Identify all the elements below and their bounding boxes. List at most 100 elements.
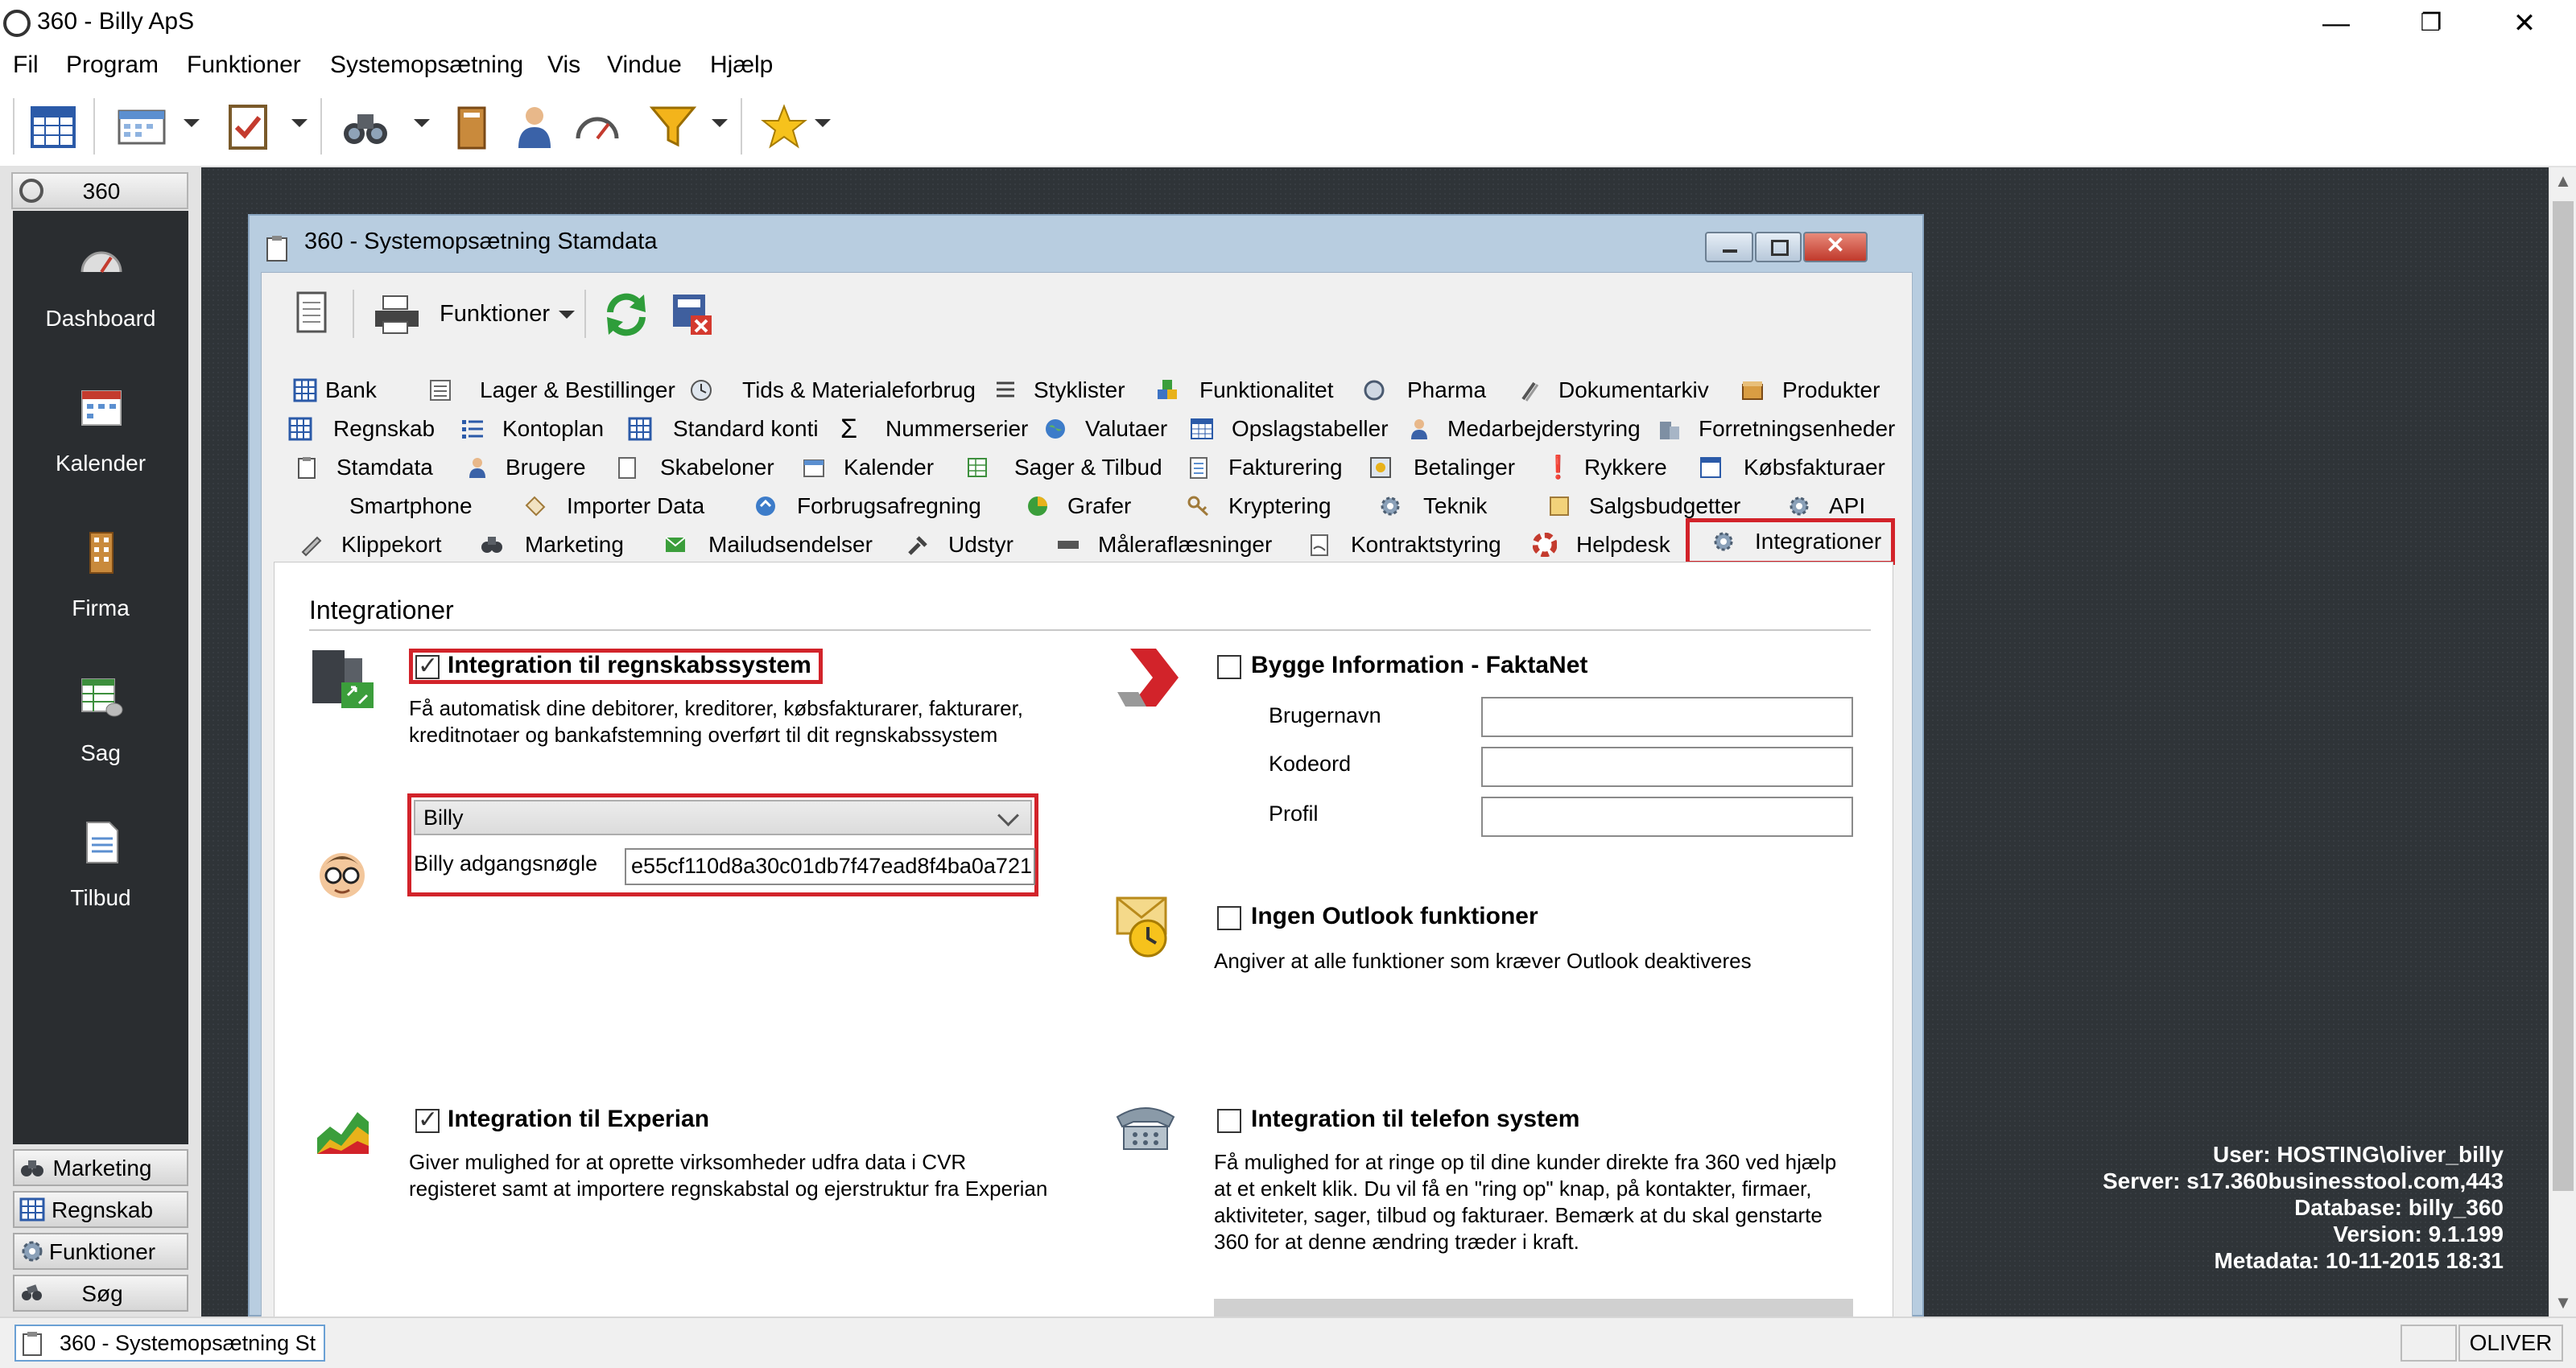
telephone-icon (1116, 1107, 1175, 1150)
experian-description-line1: Giver mulighed for at oprette virksomhed… (409, 1150, 967, 1174)
nav-item-label: Firma (72, 595, 130, 620)
faktanet-password-input[interactable] (1481, 747, 1853, 787)
star-icon[interactable] (760, 103, 808, 151)
gauge-icon[interactable] (573, 103, 621, 151)
outlook-description: Angiver at alle funktioner som kræver Ou… (1214, 949, 1752, 973)
nav-header[interactable]: 360 (11, 172, 188, 209)
building-icon (89, 532, 114, 574)
faktanet-checkbox[interactable] (1217, 655, 1241, 679)
outlook-checkbox[interactable] (1217, 906, 1241, 930)
tab-label: Teknik (1423, 493, 1488, 518)
status-user: OLIVER (2458, 1325, 2563, 1362)
chevron-down-icon (997, 805, 1019, 826)
nav-item-label: Dashboard (45, 306, 156, 331)
menu-vindue[interactable]: Vindue (607, 52, 682, 79)
maximize-button[interactable]: ❐ (2392, 3, 2470, 43)
tab-label: Betalinger (1414, 455, 1516, 480)
binoculars-icon[interactable] (341, 103, 390, 151)
telefon-description-line4: 360 for at denne ændring træder i kraft. (1214, 1230, 1579, 1254)
accounting-system-select[interactable]: Billy (414, 800, 1032, 835)
calendar-icon[interactable] (118, 103, 166, 151)
nav-item-funktioner[interactable]: Funktioner (13, 1233, 188, 1270)
list-icon (997, 381, 1014, 398)
clipboard-icon (266, 236, 287, 262)
minimize-button[interactable]: — (2297, 3, 2375, 43)
nav-item-label: Sag (80, 740, 121, 765)
paperclip-icon (1521, 381, 1539, 402)
tab-label: Fakturering (1228, 455, 1343, 480)
tab-label: Produkter (1782, 377, 1880, 402)
folder-icon (968, 458, 987, 477)
key-icon (1187, 496, 1209, 517)
vertical-scrollbar[interactable]: ▲ ▼ (2549, 167, 2576, 1316)
regnskab-description-line1: Få automatisk dine debitorer, kreditorer… (409, 696, 1024, 720)
server-info-server: Server: s17.360businesstool.com,443 (2102, 1168, 2504, 1193)
printer-icon[interactable] (372, 295, 422, 335)
checklist-icon[interactable] (224, 103, 272, 151)
menu-funktioner[interactable]: Funktioner (187, 52, 301, 79)
billy-key-input[interactable]: e55cf110d8a30c01db7f47ead8f4ba0a721 (625, 848, 1035, 885)
tab-label: Lager & Bestillinger (480, 377, 675, 402)
faktanet-logo-icon (1117, 649, 1179, 707)
menu-hjaelp[interactable]: Hjælp (710, 52, 773, 79)
blocks-icon (1158, 380, 1177, 399)
clock-icon (691, 380, 712, 401)
grid-icon (293, 378, 317, 402)
menu-systemopsaetning[interactable]: Systemopsætning (330, 52, 523, 79)
scroll-up-icon[interactable]: ▲ (2549, 167, 2576, 195)
faktanet-label: Bygge Information - FaktaNet (1251, 652, 1588, 678)
scroll-down-icon[interactable]: ▼ (2549, 1289, 2576, 1316)
nav-item-tilbud[interactable]: Tilbud (13, 801, 188, 938)
table-icon (1191, 418, 1213, 439)
person-icon (469, 458, 485, 478)
nav-item-regnskab[interactable]: Regnskab (13, 1191, 188, 1228)
scrollbar-thumb[interactable] (2553, 201, 2574, 1191)
tab-label: Standard konti (673, 416, 819, 441)
notepad-icon[interactable] (295, 290, 328, 335)
refresh-icon[interactable] (602, 290, 650, 338)
child-minimize-button[interactable] (1705, 232, 1753, 262)
binoculars-icon (481, 537, 502, 553)
status-cell (2401, 1325, 2457, 1362)
tab-label: Tids & Materialeforbrug (742, 377, 976, 402)
nav-item-dashboard[interactable]: Dashboard (13, 222, 188, 359)
nav-item-marketing[interactable]: Marketing (13, 1149, 188, 1186)
tab-label: Forbrugsafregning (797, 493, 981, 518)
tab-label: Helpdesk (1576, 532, 1670, 557)
delete-icon[interactable] (670, 291, 715, 338)
chevron-down-icon[interactable] (559, 311, 575, 319)
tab-label: Kryptering (1228, 493, 1331, 518)
sigma-icon: Σ (840, 414, 858, 444)
building-icon (1660, 422, 1679, 439)
taskbar-window-button[interactable]: 360 - Systemopsætning St (14, 1325, 325, 1362)
nav-item-sog[interactable]: Søg (13, 1275, 188, 1312)
tab-label: Importer Data (567, 493, 705, 518)
menu-fil[interactable]: Fil (13, 52, 39, 79)
nav-item-kalender[interactable]: Kalender (13, 367, 188, 504)
tab-label: Skabeloner (660, 455, 774, 480)
menu-vis[interactable]: Vis (547, 52, 580, 79)
tab-label: Forretningsenheder (1699, 416, 1896, 441)
taskbar-window-label: 360 - Systemopsætning St (60, 1331, 316, 1355)
nav-item-label: Funktioner (48, 1239, 156, 1264)
tab-label: Nummerserier (886, 416, 1029, 441)
book-icon[interactable] (448, 103, 496, 151)
person-icon[interactable] (510, 103, 559, 151)
nav-item-label: Marketing (52, 1156, 152, 1181)
filter-icon[interactable] (649, 103, 697, 151)
telefon-checkbox[interactable] (1217, 1109, 1241, 1133)
menu-program[interactable]: Program (66, 52, 159, 79)
close-button[interactable]: ✕ (2486, 3, 2563, 43)
nav-item-firma[interactable]: Firma (13, 512, 188, 649)
calendar-grid-icon[interactable] (29, 103, 77, 151)
child-maximize-button[interactable] (1755, 232, 1802, 262)
experian-checkbox[interactable] (415, 1106, 440, 1134)
funktioner-dropdown-label[interactable]: Funktioner (440, 301, 550, 328)
server-info-metadata: Metadata: 10-11-2015 18:31 (2214, 1248, 2504, 1273)
nav-item-sag[interactable]: Sag (13, 657, 188, 793)
child-close-button[interactable]: ✕ (1803, 232, 1868, 262)
tab-label: Grafer (1067, 493, 1132, 518)
faktanet-username-input[interactable] (1481, 697, 1853, 737)
avatar-icon (320, 853, 365, 898)
faktanet-profile-input[interactable] (1481, 797, 1853, 837)
